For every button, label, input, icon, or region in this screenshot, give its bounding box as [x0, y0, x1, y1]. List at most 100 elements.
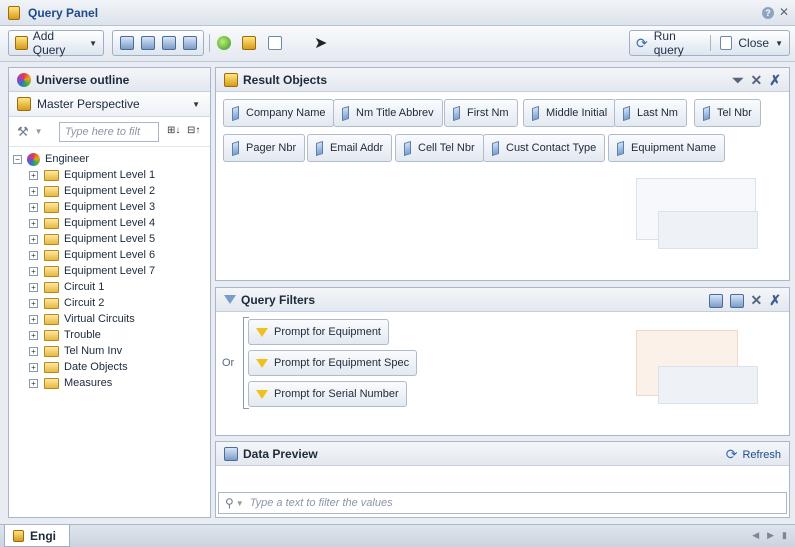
tree-item[interactable]: + Circuit 1	[9, 279, 210, 295]
next-tab-icon[interactable]: ▶	[767, 530, 774, 541]
close-window-icon[interactable]: ✕	[779, 5, 789, 19]
folder-icon	[44, 297, 59, 309]
wrench-icon[interactable]: ⚒	[17, 124, 29, 140]
tab-navigation: ◀ ▶ ▮	[752, 530, 787, 541]
data-filter-input[interactable]: ⚲ ▼ Type a text to filter the values	[218, 492, 787, 514]
result-object[interactable]: Tel Nbr	[694, 99, 761, 127]
remove-all-icon[interactable]: ✗	[769, 72, 781, 89]
tree-item[interactable]: + Trouble	[9, 327, 210, 343]
perspective-select[interactable]: Master Perspective ▼	[9, 92, 210, 117]
add-query-button[interactable]: Add Query ▼	[8, 29, 104, 57]
collapse-all-icon[interactable]: ⊟↑	[187, 125, 200, 136]
filter-icon	[256, 389, 268, 399]
view-mode-toolbar	[112, 30, 204, 56]
refresh-button[interactable]: ⟳ Refresh	[726, 446, 781, 463]
universe-outline-panel: Universe outline Master Perspective ▼ ⚒ …	[8, 67, 211, 518]
close-button[interactable]: Close	[738, 36, 769, 50]
tree-item[interactable]: + Equipment Level 6	[9, 247, 210, 263]
expand-icon[interactable]: +	[29, 362, 38, 372]
tree-item[interactable]: + Equipment Level 5	[9, 231, 210, 247]
tree-item-label: Equipment Level 6	[64, 249, 156, 261]
run-query-button[interactable]: Run query	[654, 29, 700, 57]
expand-icon[interactable]: +	[29, 250, 38, 260]
tree-item-label: Equipment Level 3	[64, 201, 156, 213]
add-ranking-icon[interactable]	[729, 293, 744, 308]
result-object[interactable]: Nm Title Abbrev	[333, 99, 443, 127]
combined-query-icon[interactable]	[242, 36, 256, 50]
expand-icon[interactable]: +	[29, 298, 38, 308]
outline-filter-input[interactable]: Type here to filt	[59, 122, 159, 142]
grid-icon	[224, 446, 238, 461]
folder-icon	[44, 185, 59, 197]
tree-item[interactable]: + Equipment Level 3	[9, 199, 210, 215]
result-object[interactable]: Last Nm	[614, 99, 687, 127]
tree-item-label: Date Objects	[64, 361, 128, 373]
layout-view-icon[interactable]	[182, 36, 197, 50]
filter-prompt[interactable]: Prompt for Serial Number	[248, 381, 407, 407]
chevron-down-icon[interactable]: ▼	[775, 39, 783, 48]
result-object[interactable]: Pager Nbr	[223, 134, 306, 162]
expand-icon[interactable]: +	[29, 218, 38, 228]
remove-all-icon[interactable]: ✗	[769, 292, 781, 309]
expand-icon[interactable]: +	[29, 186, 38, 196]
tree-item[interactable]: + Equipment Level 2	[9, 183, 210, 199]
bottom-tab-bar: Engi ◀ ▶ ▮	[0, 524, 795, 547]
query-filters-view-icon[interactable]	[140, 36, 155, 50]
result-object[interactable]: Email Addr	[307, 134, 393, 162]
expand-icon[interactable]: +	[29, 378, 38, 388]
result-object[interactable]: Cust Contact Type	[483, 134, 606, 162]
tree-item-label: Circuit 2	[64, 297, 105, 309]
tree-root[interactable]: − Engineer	[9, 151, 210, 167]
tab-list-icon[interactable]: ▮	[782, 530, 787, 541]
outline-tree: − Engineer + Equipment Level 1 + Equipment…	[9, 147, 210, 391]
result-objects-view-icon[interactable]	[119, 36, 134, 50]
filter-icon[interactable]: ⏷	[732, 72, 743, 89]
result-object[interactable]: Middle Initial	[523, 99, 617, 127]
remove-icon[interactable]: ✕	[751, 292, 763, 309]
expand-icon[interactable]: +	[29, 266, 38, 276]
result-object[interactable]: First Nm	[444, 99, 518, 127]
refresh-label: Refresh	[742, 448, 781, 461]
filter-prompt-label: Prompt for Equipment Spec	[274, 357, 410, 369]
expand-icon[interactable]: +	[29, 282, 38, 292]
tree-item[interactable]: + Tel Num Inv	[9, 343, 210, 359]
tree-item[interactable]: + Equipment Level 7	[9, 263, 210, 279]
expand-icon[interactable]: +	[29, 330, 38, 340]
help-icon[interactable]: ?	[762, 7, 774, 19]
document-tab[interactable]: Engi	[4, 525, 70, 547]
remove-icon[interactable]: ✕	[751, 72, 763, 89]
expand-icon[interactable]: +	[29, 170, 38, 180]
result-objects-icon	[224, 72, 238, 87]
filter-operator[interactable]: Or	[222, 357, 234, 369]
collapse-icon[interactable]: −	[13, 154, 22, 164]
data-preview-panel: Data Preview ⟳ Refresh ⚲ ▼ Type a text t…	[215, 441, 790, 518]
result-object[interactable]: Cell Tel Nbr	[395, 134, 484, 162]
data-preview-view-icon[interactable]	[161, 36, 176, 50]
filter-prompt[interactable]: Prompt for Equipment	[248, 319, 389, 345]
tree-item[interactable]: + Equipment Level 4	[9, 215, 210, 231]
tree-item-label: Equipment Level 7	[64, 265, 156, 277]
query-properties-icon[interactable]	[217, 36, 231, 50]
panel-title: Result Objects	[243, 72, 328, 87]
expand-all-icon[interactable]: ⊞↓	[167, 125, 180, 136]
filter-prompt[interactable]: Prompt for Equipment Spec	[248, 350, 418, 376]
result-object[interactable]: Equipment Name	[608, 134, 725, 162]
tree-item[interactable]: + Circuit 2	[9, 295, 210, 311]
chevron-down-icon[interactable]: ▼	[35, 127, 43, 136]
view-script-icon[interactable]	[268, 36, 282, 50]
universe-icon	[27, 152, 40, 166]
tree-item[interactable]: + Measures	[9, 375, 210, 391]
expand-icon[interactable]: +	[29, 234, 38, 244]
expand-icon[interactable]: +	[29, 314, 38, 324]
tree-item[interactable]: + Virtual Circuits	[9, 311, 210, 327]
result-objects-actions: ⏷ ✕ ✗	[732, 72, 781, 89]
document-tab-icon	[13, 529, 24, 542]
previous-tab-icon[interactable]: ◀	[752, 530, 759, 541]
expand-icon[interactable]: +	[29, 202, 38, 212]
tree-item[interactable]: + Equipment Level 1	[9, 167, 210, 183]
add-subquery-icon[interactable]	[708, 293, 723, 308]
window-title: Query Panel	[28, 6, 99, 20]
tree-item[interactable]: + Date Objects	[9, 359, 210, 375]
expand-icon[interactable]: +	[29, 346, 38, 356]
result-object[interactable]: Company Name	[223, 99, 335, 127]
